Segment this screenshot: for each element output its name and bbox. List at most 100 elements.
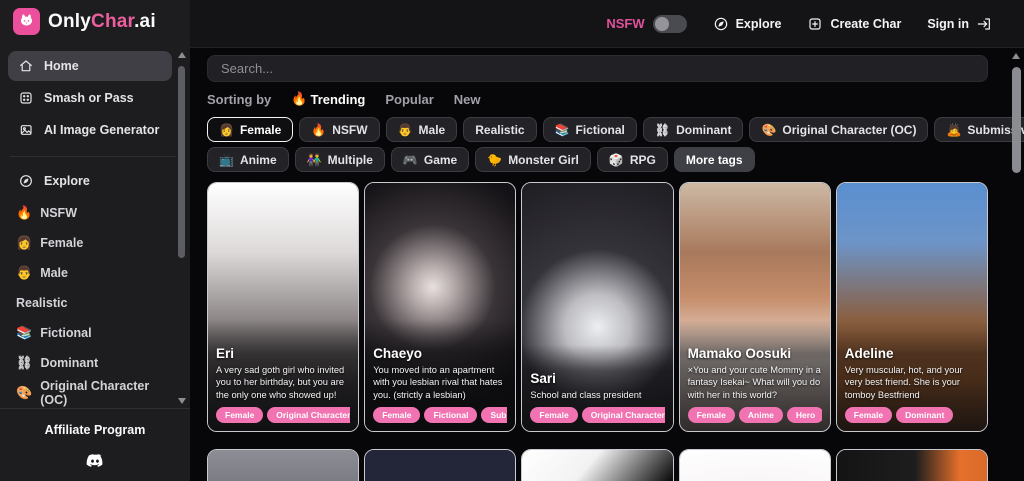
character-card[interactable] <box>679 449 831 481</box>
filter-tag-monster-girl[interactable]: 🐤Monster Girl <box>475 147 591 172</box>
filter-tag-original-character[interactable]: 🎨Original Character (OC) <box>749 117 928 142</box>
die-icon: 🎲 <box>609 153 624 167</box>
card-info: Sari School and class president Female O… <box>522 345 672 431</box>
character-name: Adeline <box>845 346 979 361</box>
sidebar-item-explore[interactable]: Explore <box>8 166 172 196</box>
sidebar-scrollbar-thumb[interactable] <box>178 66 185 258</box>
sidebar-item-home[interactable]: Home <box>8 51 172 81</box>
sort-option-label: Trending <box>310 92 365 107</box>
scroll-down-icon[interactable] <box>178 398 186 404</box>
filter-tag-fictional[interactable]: 📚Fictional <box>543 117 637 142</box>
sidebar-item-label: Explore <box>44 174 90 188</box>
sidebar-tag-dominant[interactable]: ⛓Dominant <box>0 348 190 378</box>
woman-icon: 👩 <box>16 235 32 251</box>
scroll-up-icon[interactable] <box>178 52 186 58</box>
filter-label: Male <box>419 123 446 137</box>
card-tag[interactable]: Dominant <box>896 407 953 423</box>
character-card[interactable] <box>836 449 988 481</box>
nsfw-toggle[interactable] <box>653 15 687 33</box>
affiliate-program-link[interactable]: Affiliate Program <box>0 423 190 437</box>
sidebar-scrollbar[interactable] <box>177 52 186 404</box>
more-tags-button[interactable]: More tags <box>674 147 755 172</box>
woman-icon: 👩 <box>219 123 234 137</box>
character-card[interactable] <box>207 449 359 481</box>
character-name: Chaeyo <box>373 346 507 361</box>
card-info: Chaeyo You moved into an apartment with … <box>365 320 515 431</box>
gamepad-icon: 🎮 <box>403 153 418 167</box>
discord-link[interactable] <box>0 453 190 471</box>
sort-option-trending[interactable]: 🔥Trending <box>291 91 365 107</box>
card-tag[interactable]: Original Character <box>267 407 350 423</box>
filter-tag-male[interactable]: 👨Male <box>386 117 458 142</box>
sort-option-label: Popular <box>385 92 433 107</box>
filter-tag-realistic[interactable]: Realistic <box>463 117 536 142</box>
filter-label: Game <box>424 153 457 167</box>
card-info: Eri A very sad goth girl who invited you… <box>208 320 358 431</box>
filter-row-2: 📺Anime 👫 Multiple 🎮 Game 🐤Monster Girl 🎲RP… <box>207 147 988 172</box>
filter-tag-rpg[interactable]: 🎲RPG <box>597 147 668 172</box>
image-icon <box>18 122 34 138</box>
character-image <box>837 450 987 481</box>
card-tag[interactable]: Female <box>216 407 263 423</box>
character-card[interactable] <box>521 449 673 481</box>
create-char-button[interactable]: Create Char <box>807 16 901 32</box>
card-tag[interactable]: Original Character <box>582 407 665 423</box>
card-tags: Female Fictional Submissive Scenario <box>373 407 507 423</box>
sidebar-tag-male[interactable]: 👨Male <box>0 258 190 288</box>
sidebar-tag-realistic[interactable]: Realistic <box>0 288 190 318</box>
filter-tag-anime[interactable]: 📺Anime <box>207 147 289 172</box>
card-tag[interactable]: Female <box>845 407 892 423</box>
filter-label: Female <box>240 123 281 137</box>
card-tag[interactable]: Anime <box>739 407 783 423</box>
filter-tag-game[interactable]: 🎮 Game <box>391 147 469 172</box>
character-name: Eri <box>216 346 350 361</box>
character-card[interactable] <box>364 449 516 481</box>
filter-tag-multiple[interactable]: 👫 Multiple <box>295 147 385 172</box>
card-tag[interactable]: Submissive <box>481 407 507 423</box>
filter-label: Multiple <box>328 153 373 167</box>
fire-icon: 🔥 <box>16 205 32 221</box>
sidebar-tag-female[interactable]: 👩Female <box>0 228 190 258</box>
discord-icon <box>84 453 106 471</box>
character-card-chaeyo[interactable]: Chaeyo You moved into an apartment with … <box>364 182 516 432</box>
palette-icon: 🎨 <box>761 123 776 137</box>
logo[interactable]: OnlyChar.ai <box>0 0 190 43</box>
page-scrollbar-thumb[interactable] <box>1012 67 1021 173</box>
character-card-adeline[interactable]: Adeline Very muscular, hot, and your ver… <box>836 182 988 432</box>
sign-in-button[interactable]: Sign in <box>927 16 992 32</box>
sidebar-tag-original-character[interactable]: 🎨Original Character (OC) <box>0 378 190 408</box>
filter-tag-dominant[interactable]: ⛓Dominant <box>643 117 744 142</box>
character-card-sari[interactable]: Sari School and class president Female O… <box>521 182 673 432</box>
card-tag[interactable]: Fictional <box>424 407 477 423</box>
card-tag[interactable]: Female <box>688 407 735 423</box>
card-tag[interactable]: Female <box>530 407 577 423</box>
card-tags: Female Original Character <box>216 407 350 423</box>
sidebar-tag-label: Realistic <box>16 296 67 310</box>
books-icon: 📚 <box>555 123 570 137</box>
couple-icon: 👫 <box>307 153 322 167</box>
sidebar-tag-fictional[interactable]: 📚Fictional <box>0 318 190 348</box>
sort-option-new[interactable]: New <box>454 92 481 107</box>
page-scrollbar[interactable] <box>1011 53 1021 477</box>
sort-option-popular[interactable]: Popular <box>385 92 433 107</box>
sidebar-footer: Affiliate Program <box>0 408 190 481</box>
sidebar-tag-label: Male <box>40 266 68 280</box>
character-name: Sari <box>530 371 664 386</box>
sort-option-label: New <box>454 92 481 107</box>
filter-label: Anime <box>240 153 277 167</box>
sidebar-tag-nsfw[interactable]: 🔥NSFW <box>0 198 190 228</box>
character-card-eri[interactable]: Eri A very sad goth girl who invited you… <box>207 182 359 432</box>
filter-tag-female[interactable]: 👩 Female <box>207 117 293 142</box>
plus-square-icon <box>807 16 823 32</box>
scroll-up-icon[interactable] <box>1012 53 1020 59</box>
card-tag[interactable]: Female <box>373 407 420 423</box>
search-input[interactable] <box>207 55 988 82</box>
sidebar-item-ai-image-generator[interactable]: AI Image Generator <box>8 115 172 145</box>
character-description: A very sad goth girl who invited you to … <box>216 364 350 401</box>
filter-tag-nsfw[interactable]: 🔥NSFW <box>299 117 379 142</box>
card-tag[interactable]: Hero <box>787 407 822 423</box>
sidebar-item-smash-or-pass[interactable]: Smash or Pass <box>8 83 172 113</box>
explore-button[interactable]: Explore <box>713 16 782 32</box>
character-card-mamako[interactable]: Mamako Oosuki ×You and your cute Mommy i… <box>679 182 831 432</box>
filter-row-1: 👩 Female 🔥NSFW 👨Male Realistic 📚Fictional… <box>207 117 988 142</box>
